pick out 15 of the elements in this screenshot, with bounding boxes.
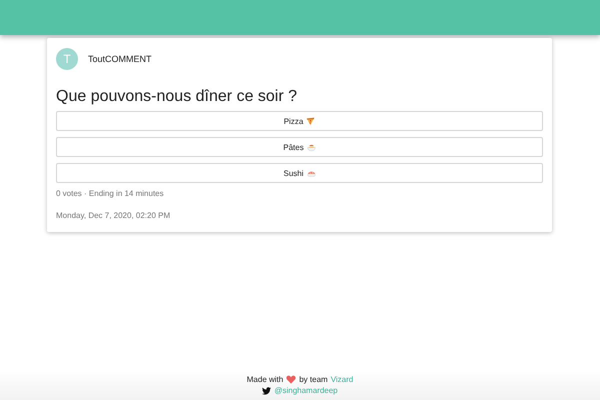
poll-question: Que pouvons-nous dîner ce soir ? bbox=[56, 88, 298, 106]
sushi-icon bbox=[306, 168, 316, 178]
pizza-slice-icon bbox=[306, 116, 316, 126]
bird-icon bbox=[262, 386, 272, 394]
avatar: T bbox=[56, 48, 78, 70]
post-date: Monday, Dec 7, 2020, 02:20 PM bbox=[56, 211, 172, 220]
author-name: ToutCOMMENT bbox=[88, 54, 152, 64]
made-with-text: Made with bbox=[246, 375, 284, 384]
poll-option[interactable]: Pâtes bbox=[56, 137, 543, 157]
heart-icon bbox=[286, 375, 296, 384]
vote-status: 0 votes · Ending in 14 minutes bbox=[56, 189, 165, 198]
poll-option[interactable]: Sushi bbox=[56, 163, 543, 183]
pasta-bowl-icon bbox=[306, 142, 316, 152]
poll-option[interactable]: Pizza bbox=[56, 111, 543, 131]
by-team-text: by team bbox=[299, 375, 328, 384]
